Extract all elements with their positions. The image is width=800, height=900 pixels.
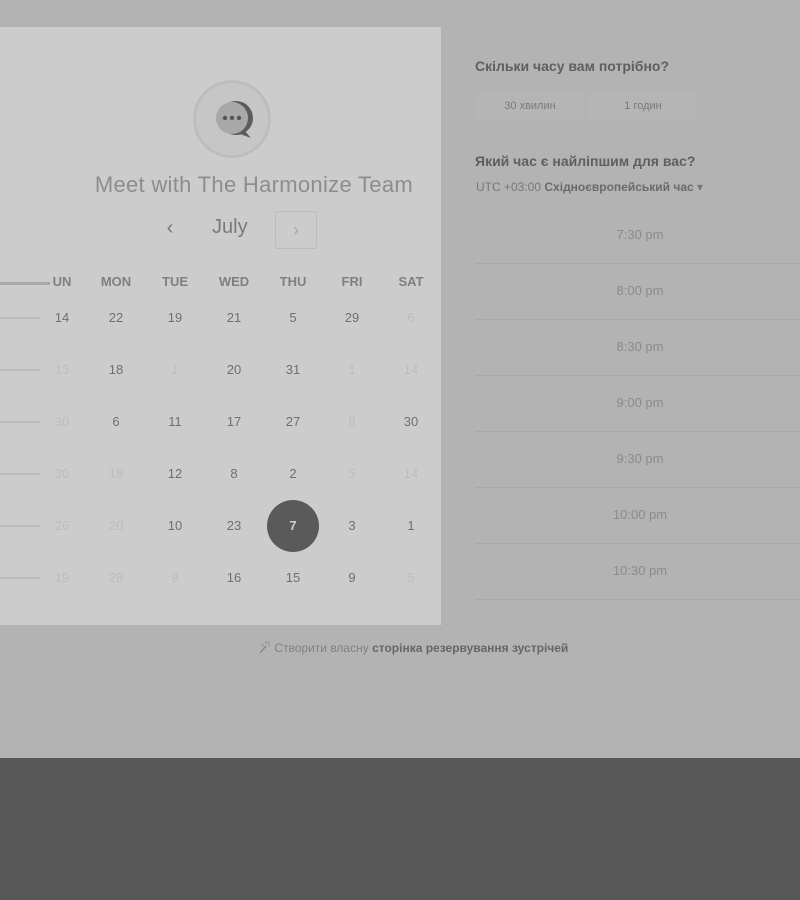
calendar-day[interactable]: 11 bbox=[153, 412, 197, 432]
calendar-day[interactable]: 6 bbox=[94, 412, 138, 432]
weekday-sun: UN bbox=[52, 274, 72, 289]
calendar-day-unavailable: 26 bbox=[54, 518, 70, 533]
calendar-day[interactable]: 12 bbox=[153, 464, 197, 484]
week-row-marker bbox=[0, 473, 40, 475]
calendar-day-unavailable: 20 bbox=[108, 518, 124, 533]
page-title: Meet with The Harmonize Team bbox=[94, 172, 413, 197]
duration-60-button[interactable]: 1 годин bbox=[589, 92, 697, 120]
calendar-day[interactable]: 23 bbox=[212, 516, 256, 536]
calendar-day-unavailable: 30 bbox=[54, 466, 70, 481]
footer-link-text: сторінка резервування зустрічей bbox=[372, 641, 569, 655]
magic-wand-icon bbox=[259, 641, 270, 654]
calendar-day[interactable]: 19 bbox=[153, 308, 197, 328]
timezone-selector[interactable]: UTC +03:00 Східноєвропейський час ▾ bbox=[476, 180, 703, 194]
bottom-bar bbox=[0, 758, 800, 900]
week-row-marker bbox=[0, 369, 40, 371]
calendar-day-unavailable: 5 bbox=[407, 570, 415, 585]
calendar-day-unavailable: 5 bbox=[348, 466, 356, 481]
week-row-marker bbox=[0, 577, 40, 579]
time-slot[interactable]: 7:30 pm bbox=[475, 207, 800, 264]
calendar-day[interactable]: 18 bbox=[94, 360, 138, 380]
weekday-thu: THU bbox=[279, 274, 307, 289]
calendar-day[interactable]: 29 bbox=[330, 308, 374, 328]
time-question: Який час є найліпшим для вас? bbox=[475, 153, 696, 169]
month-navigation: ‹ July › bbox=[150, 210, 450, 250]
calendar-day-unavailable: 14 bbox=[403, 362, 419, 377]
calendar-day[interactable]: 21 bbox=[212, 308, 256, 328]
calendar-day-unavailable: 9 bbox=[171, 570, 179, 585]
calendar-day[interactable]: 9 bbox=[330, 568, 374, 588]
next-month-button[interactable]: › bbox=[275, 211, 317, 249]
time-slot[interactable]: 10:30 pm bbox=[475, 543, 800, 600]
calendar-day[interactable]: 31 bbox=[271, 360, 315, 380]
calendar-day-selected[interactable]: 7 bbox=[267, 500, 319, 552]
week-row-marker bbox=[0, 525, 40, 527]
calendar-day-unavailable: 8 bbox=[348, 414, 356, 429]
weekday-wed: WED bbox=[218, 274, 250, 289]
chat-bubble-icon bbox=[216, 101, 253, 138]
calendar-day-unavailable: 14 bbox=[403, 466, 419, 481]
calendar-day[interactable]: 20 bbox=[212, 360, 256, 380]
calendar-day[interactable]: 1 bbox=[389, 516, 433, 536]
calendar-day[interactable]: 14 bbox=[40, 308, 84, 328]
weekday-sat: SAT bbox=[398, 274, 424, 289]
calendar-day-unavailable: 1 bbox=[171, 362, 179, 377]
timezone-offset: UTC +03:00 bbox=[476, 180, 542, 194]
calendar-day[interactable]: 30 bbox=[389, 412, 433, 432]
calendar-day[interactable]: 17 bbox=[212, 412, 256, 432]
calendar-day-unavailable: 1 bbox=[348, 362, 356, 377]
calendar-day[interactable]: 8 bbox=[212, 464, 256, 484]
calendar-day[interactable]: 5 bbox=[271, 308, 315, 328]
time-slot[interactable]: 9:30 pm bbox=[475, 431, 800, 488]
calendar-day[interactable]: 2 bbox=[271, 464, 315, 484]
create-booking-page-link[interactable]: Створити власну сторінка резервування зу… bbox=[255, 640, 568, 655]
calendar-day-unavailable: 18 bbox=[108, 466, 124, 481]
calendar-day[interactable]: 22 bbox=[94, 308, 138, 328]
calendar-day-unavailable: 6 bbox=[407, 310, 415, 325]
timezone-name: Східноєвропейський час bbox=[544, 180, 694, 194]
time-slot[interactable]: 9:00 pm bbox=[475, 375, 800, 432]
calendar-day-unavailable: 30 bbox=[54, 414, 70, 429]
duration-question: Скільки часу вам потрібно? bbox=[475, 58, 670, 74]
avatar bbox=[193, 80, 271, 158]
weekday-header: UN MON TUE WED THU FRI SAT bbox=[0, 274, 441, 292]
weekday-fri: FRI bbox=[341, 274, 363, 289]
calendar-day[interactable]: 15 bbox=[271, 568, 315, 588]
time-slot[interactable]: 8:30 pm bbox=[475, 319, 800, 376]
calendar-day[interactable]: 16 bbox=[212, 568, 256, 588]
calendar-day-unavailable: 19 bbox=[54, 570, 70, 585]
time-slot[interactable]: 10:00 pm bbox=[475, 487, 800, 544]
prev-month-button[interactable]: ‹ bbox=[158, 216, 182, 240]
chevron-down-icon: ▾ bbox=[697, 180, 704, 194]
weekday-mon: MON bbox=[100, 274, 132, 289]
footer-prefix: Створити власну bbox=[274, 641, 369, 655]
calendar-day[interactable]: 10 bbox=[153, 516, 197, 536]
week-row-marker bbox=[0, 317, 40, 319]
weekday-tue: TUE bbox=[162, 274, 188, 289]
calendar-day[interactable]: 27 bbox=[271, 412, 315, 432]
calendar-day-unavailable: 13 bbox=[54, 362, 70, 377]
duration-30-button[interactable]: 30 хвилин bbox=[476, 92, 584, 120]
calendar-day-unavailable: 28 bbox=[108, 570, 124, 585]
calendar-day[interactable]: 3 bbox=[330, 516, 374, 536]
month-label: July bbox=[212, 216, 248, 238]
time-slot[interactable]: 8:00 pm bbox=[475, 263, 800, 320]
week-row-marker bbox=[0, 421, 40, 423]
